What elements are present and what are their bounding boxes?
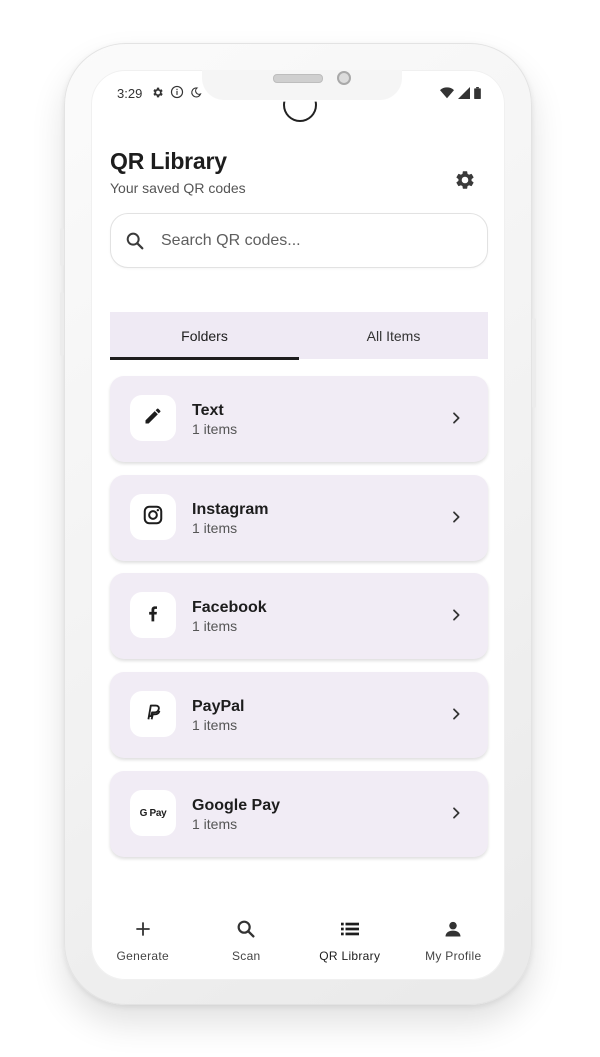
settings-button[interactable] bbox=[451, 168, 479, 196]
phone-side-button bbox=[532, 318, 536, 408]
tab-bar: Folders All Items bbox=[110, 312, 488, 360]
folder-count: 1 items bbox=[192, 520, 238, 536]
nav-label: Generate bbox=[116, 949, 169, 963]
folder-icon-box bbox=[130, 494, 176, 540]
settings-status-icon bbox=[151, 86, 164, 104]
chevron-right-icon bbox=[448, 706, 464, 727]
folder-name: Text bbox=[192, 402, 224, 419]
nav-label: QR Library bbox=[319, 949, 381, 963]
signal-icon bbox=[458, 86, 470, 104]
google-pay-icon: G Pay bbox=[139, 807, 167, 819]
folder-count: 1 items bbox=[192, 618, 238, 634]
folder-name: Instagram bbox=[192, 501, 269, 518]
folder-icon-box bbox=[130, 691, 176, 737]
nav-generate[interactable]: Generate bbox=[91, 907, 195, 967]
search-icon bbox=[235, 917, 257, 941]
list-icon bbox=[339, 917, 361, 941]
folder-item-facebook[interactable]: Facebook 1 items bbox=[110, 573, 488, 659]
wifi-icon bbox=[440, 86, 454, 104]
bottom-navigation: Generate Scan QR Library My Profile bbox=[91, 907, 505, 967]
app-screen: 3:29 QR Library Your saved QR codes Sear… bbox=[91, 70, 505, 980]
page-subtitle: Your saved QR codes bbox=[110, 180, 246, 196]
chevron-right-icon bbox=[448, 410, 464, 431]
nav-qr-library[interactable]: QR Library bbox=[298, 907, 402, 967]
folder-icon-box bbox=[130, 592, 176, 638]
battery-icon bbox=[474, 86, 481, 104]
tab-all-items[interactable]: All Items bbox=[299, 312, 488, 359]
folder-count: 1 items bbox=[192, 816, 238, 832]
chevron-right-icon bbox=[448, 607, 464, 628]
folder-count: 1 items bbox=[192, 717, 238, 733]
folder-item-text[interactable]: Text 1 items bbox=[110, 376, 488, 462]
plus-icon bbox=[134, 917, 152, 941]
phone-speaker bbox=[273, 74, 323, 83]
paypal-icon bbox=[142, 701, 164, 728]
nav-label: My Profile bbox=[425, 949, 482, 963]
moon-status-icon bbox=[190, 86, 202, 104]
pencil-icon bbox=[143, 406, 163, 431]
folder-item-google-pay[interactable]: G Pay Google Pay 1 items bbox=[110, 771, 488, 857]
phone-camera bbox=[337, 71, 351, 85]
nav-scan[interactable]: Scan bbox=[195, 907, 299, 967]
folder-icon-box bbox=[130, 395, 176, 441]
folder-name: Facebook bbox=[192, 599, 267, 616]
folder-count: 1 items bbox=[192, 421, 238, 437]
nav-my-profile[interactable]: My Profile bbox=[402, 907, 506, 967]
status-icons-left bbox=[151, 85, 202, 104]
folder-name: PayPal bbox=[192, 698, 245, 715]
chevron-right-icon bbox=[448, 805, 464, 826]
phone-side-button bbox=[60, 292, 64, 356]
phone-notch bbox=[202, 70, 402, 100]
instagram-icon bbox=[142, 504, 164, 531]
phone-side-button bbox=[60, 228, 64, 266]
gear-icon bbox=[454, 169, 476, 196]
info-status-icon bbox=[170, 85, 184, 104]
facebook-icon bbox=[143, 603, 163, 628]
status-icons-right bbox=[440, 86, 481, 104]
folder-item-instagram[interactable]: Instagram 1 items bbox=[110, 475, 488, 561]
search-bar[interactable] bbox=[110, 213, 488, 268]
page-title: QR Library bbox=[110, 148, 227, 174]
search-input[interactable] bbox=[159, 226, 463, 256]
status-time: 3:29 bbox=[117, 86, 143, 101]
tab-folders[interactable]: Folders bbox=[110, 312, 299, 360]
folder-item-paypal[interactable]: PayPal 1 items bbox=[110, 672, 488, 758]
chevron-right-icon bbox=[448, 509, 464, 530]
nav-label: Scan bbox=[231, 949, 261, 963]
folder-icon-box: G Pay bbox=[130, 790, 176, 836]
folder-name: Google Pay bbox=[192, 797, 281, 814]
person-icon bbox=[443, 917, 463, 941]
